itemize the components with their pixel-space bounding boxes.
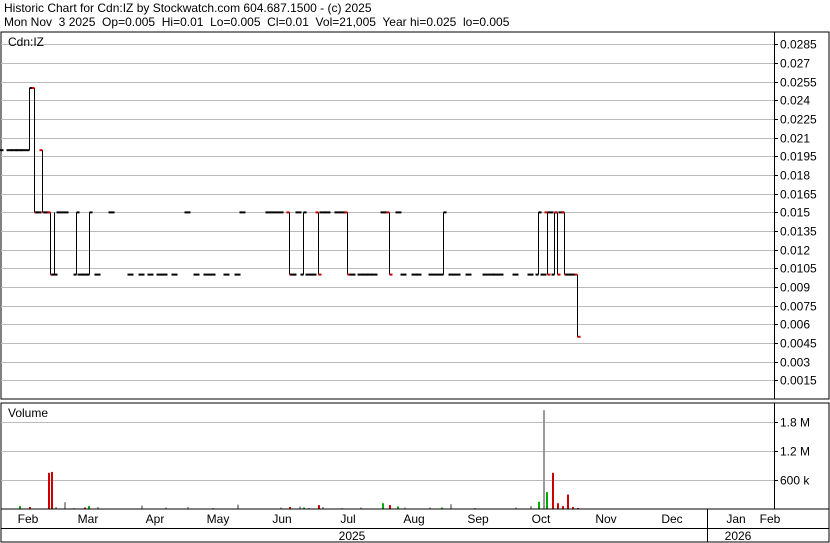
- price-tick-label: 0.027: [780, 57, 810, 71]
- volume-bar: [48, 472, 50, 509]
- price-tick-label: 0.003: [780, 356, 810, 370]
- month-label: Apr: [146, 512, 165, 526]
- volume-bar: [552, 472, 554, 509]
- volume-tick-label: 1.2 M: [780, 445, 810, 459]
- price-tick-label: 0.012: [780, 244, 810, 258]
- stock-chart: 0.0285 0.027 0.0255 0.024 0.0225 0.021 0.0195 0…: [0, 31, 830, 543]
- volume-bar: [51, 471, 53, 509]
- price-panel: 0.0285 0.027 0.0255 0.024 0.0225 0.021 0.0195 0…: [0, 31, 830, 400]
- volume-bar: [557, 503, 559, 509]
- price-tick-label: 0.0105: [780, 262, 817, 276]
- price-tick-label: 0.0255: [780, 76, 817, 90]
- price-tick-label: 0.0225: [780, 113, 817, 127]
- volume-bar: [237, 504, 239, 509]
- price-tick-label: 0.018: [780, 169, 810, 183]
- month-label: Jun: [272, 512, 291, 526]
- month-label: Sep: [467, 512, 489, 526]
- month-label: Nov: [595, 512, 616, 526]
- month-label: Feb: [760, 512, 781, 526]
- price-tick-label: 0.021: [780, 132, 810, 146]
- month-label: Jul: [340, 512, 355, 526]
- year-label: 2026: [725, 529, 752, 543]
- price-tick-label: 0.0015: [780, 374, 817, 388]
- x-axis: Feb Mar Apr May Jun Jul Aug Sep Oct Nov Dec Jan Feb 2…: [0, 508, 830, 543]
- price-tick-label: 0.0285: [780, 38, 817, 52]
- month-label: Oct: [532, 512, 551, 526]
- volume-bar: [382, 503, 384, 509]
- price-tick-label: 0.0135: [780, 225, 817, 239]
- volume-panel: 1.8 M 1.2 M 600 k Volume: [0, 402, 830, 510]
- price-tick-label: 0.0075: [780, 300, 817, 314]
- volume-bar: [64, 502, 66, 509]
- month-label: Dec: [661, 512, 682, 526]
- month-label: May: [207, 512, 230, 526]
- volume-panel-frame: [0, 402, 830, 510]
- price-tick-label: 0.009: [780, 281, 810, 295]
- price-tick-label: 0.024: [780, 94, 810, 108]
- month-label: Jan: [726, 512, 745, 526]
- price-tick-label: 0.0045: [780, 337, 817, 351]
- volume-tick-label: 1.8 M: [780, 416, 810, 430]
- price-tick-label: 0.0195: [780, 150, 817, 164]
- volume-label: Volume: [8, 406, 48, 420]
- month-label: Aug: [403, 512, 424, 526]
- price-tick-label: 0.0165: [780, 188, 817, 202]
- volume-bar: [567, 494, 569, 509]
- volume-bar: [389, 505, 391, 509]
- month-label: Mar: [78, 512, 99, 526]
- year-label: 2025: [339, 529, 366, 543]
- symbol-label: Cdn:IZ: [8, 35, 44, 49]
- volume-bar: [546, 492, 548, 509]
- volume-bar: [538, 501, 540, 509]
- volume-bar: [450, 504, 452, 509]
- price-tick-label: 0.015: [780, 206, 810, 220]
- volume-bar: [318, 505, 320, 509]
- volume-bar: [543, 410, 545, 509]
- volume-bar: [141, 505, 143, 509]
- volume-tick-label: 600 k: [780, 474, 810, 488]
- price-tick-label: 0.006: [780, 318, 810, 332]
- month-label: Feb: [18, 512, 39, 526]
